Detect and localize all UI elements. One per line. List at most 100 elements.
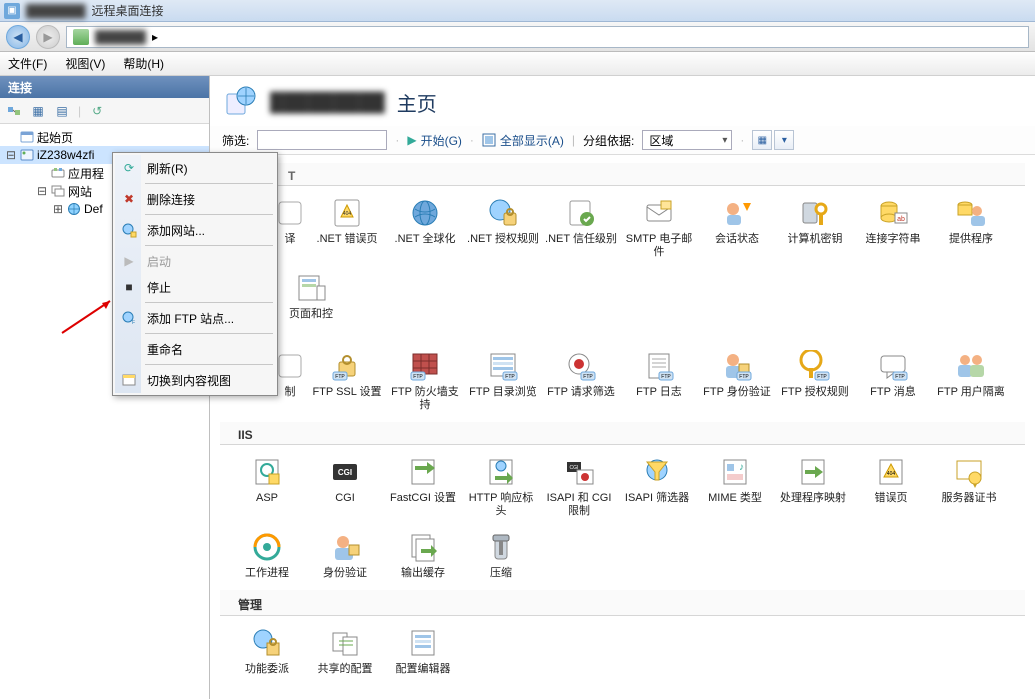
feature-server-certs[interactable]: 服务器证书 xyxy=(931,455,1007,518)
menu-help[interactable]: 帮助(H) xyxy=(123,55,164,72)
ctx-start: ▶ 启动 xyxy=(115,248,275,274)
feature-output-caching[interactable]: 输出缓存 xyxy=(385,530,461,580)
feature-ftp-authz[interactable]: FTPFTP 授权规则 xyxy=(777,349,853,412)
feature-label: FTP 目录浏览 xyxy=(469,386,537,399)
back-button[interactable]: ◀ xyxy=(6,25,30,49)
ctx-stop[interactable]: ■ 停止 xyxy=(115,274,275,300)
tree-sites-label: 网站 xyxy=(68,183,92,200)
page-title: 主页 xyxy=(397,88,437,117)
menu-file[interactable]: 文件(F) xyxy=(8,55,47,72)
feature-providers[interactable]: 提供程序 xyxy=(933,196,1009,259)
feature-net-trust[interactable]: .NET 信任级别 xyxy=(543,196,619,259)
feature-smtp[interactable]: SMTP 电子邮件 xyxy=(621,196,697,259)
feature-net-authorization[interactable]: .NET 授权规则 xyxy=(465,196,541,259)
ctx-add-site-label: 添加网站... xyxy=(147,222,205,239)
feature-net-globalization[interactable]: .NET 全球化 xyxy=(387,196,463,259)
feature-error-pages[interactable]: 404错误页 xyxy=(853,455,929,518)
server-icon xyxy=(19,147,35,163)
isapi-restrict-icon: CGI xyxy=(562,455,596,489)
forward-button[interactable]: ▶ xyxy=(36,25,60,49)
cache-icon xyxy=(406,530,440,564)
feature-fastcgi[interactable]: FastCGI 设置 xyxy=(385,455,461,518)
feature-ftp-browse[interactable]: FTP FTP 目录浏览 xyxy=(465,349,541,412)
conn-string-icon: ab xyxy=(876,196,910,230)
feature-machine-key[interactable]: 计算机密钥 xyxy=(777,196,853,259)
svg-text:FTP: FTP xyxy=(895,374,905,380)
tree-collapse-icon[interactable]: ▦ xyxy=(30,103,46,119)
feature-delegation[interactable]: 功能委派 xyxy=(229,626,305,676)
feature-label: FTP 日志 xyxy=(636,386,682,399)
feature-label: FTP 防火墙支持 xyxy=(388,386,462,412)
ctx-remove-connection[interactable]: ✖ 删除连接 xyxy=(115,186,275,212)
feature-ftp-cut[interactable]: 制 xyxy=(273,349,307,412)
group-by-combo[interactable]: 区域 xyxy=(642,130,732,150)
feature-mime[interactable]: ♪MIME 类型 xyxy=(697,455,773,518)
feature-authentication[interactable]: 身份验证 xyxy=(307,530,383,580)
feature-content: T 译 404 .NET 错误页 .NET 全球化 .NET 授权规则 xyxy=(210,155,1035,699)
play-icon: ▶ xyxy=(407,133,416,147)
sidebar-prev-icon[interactable]: ↺ xyxy=(89,103,105,119)
ftp-ssl-icon: FTP xyxy=(330,349,364,383)
feature-label: 会话状态 xyxy=(715,233,759,246)
feature-ftp-logging[interactable]: FTP FTP 日志 xyxy=(621,349,697,412)
feature-ftp-ssl[interactable]: FTPFTP SSL 设置 xyxy=(309,349,385,412)
show-all-button[interactable]: 全部显示(A) xyxy=(482,132,564,149)
ctx-switch-content-view[interactable]: 切换到内容视图 xyxy=(115,367,275,393)
group-iis-header: IIS xyxy=(220,422,1025,445)
feature-ftp-isolation[interactable]: FTP 用户隔离 xyxy=(933,349,1009,412)
ctx-add-ftp-site[interactable]: F 添加 FTP 站点... xyxy=(115,305,275,331)
feature-shared-config[interactable]: 共享的配置 xyxy=(307,626,383,676)
feature-net-error-pages[interactable]: 404 .NET 错误页 xyxy=(309,196,385,259)
feature-label: FTP 身份验证 xyxy=(703,386,771,399)
svg-text:FTP: FTP xyxy=(661,374,671,380)
feature-pages-controls[interactable]: 页面和控 xyxy=(273,271,349,321)
feature-item-cut[interactable]: 译 xyxy=(273,196,307,259)
feature-label: MIME 类型 xyxy=(708,492,762,505)
headers-icon xyxy=(484,455,518,489)
tree-server-label: iZ238w4zfi xyxy=(37,148,94,162)
feature-handler-mappings[interactable]: 处理程序映射 xyxy=(775,455,851,518)
shared-config-icon xyxy=(328,626,362,660)
ftp-browse-icon: FTP xyxy=(486,349,520,383)
sidebar-heading: 连接 xyxy=(0,76,209,98)
view-dropdown-button[interactable]: ▾ xyxy=(774,130,794,150)
page-header-icon xyxy=(222,84,258,120)
ctx-refresh[interactable]: ⟳ 刷新(R) xyxy=(115,155,275,181)
group-mgmt-header: 管理 xyxy=(220,590,1025,616)
main-panel: █████████ 主页 筛选: · ▶ 开始(G) · 全部显示(A) | 分… xyxy=(210,76,1035,699)
feature-label: ASP xyxy=(256,492,278,505)
feature-label: FTP 用户隔离 xyxy=(937,386,1005,399)
feature-ftp-messages[interactable]: FTPFTP 消息 xyxy=(855,349,931,412)
feature-label: FTP 授权规则 xyxy=(781,386,849,399)
feature-ftp-auth[interactable]: FTPFTP 身份验证 xyxy=(699,349,775,412)
menu-view[interactable]: 视图(V) xyxy=(65,55,105,72)
feature-ftp-firewall[interactable]: FTPFTP 防火墙支持 xyxy=(387,349,463,412)
tree-expand-icon[interactable]: ▤ xyxy=(54,103,70,119)
cert-icon xyxy=(952,455,986,489)
feature-isapi-filters[interactable]: ISAPI 筛选器 xyxy=(619,455,695,518)
tree-start-page[interactable]: 起始页 xyxy=(0,128,209,146)
feature-compression[interactable]: 压缩 xyxy=(463,530,539,580)
connect-icon[interactable] xyxy=(6,103,22,119)
feature-http-headers[interactable]: HTTP 响应标头 xyxy=(463,455,539,518)
feature-conn-strings[interactable]: ab 连接字符串 xyxy=(855,196,931,259)
feature-session-state[interactable]: 会话状态 xyxy=(699,196,775,259)
feature-isapi-cgi-restrict[interactable]: CGIISAPI 和 CGI 限制 xyxy=(541,455,617,518)
ctx-rename[interactable]: 重命名 xyxy=(115,336,275,362)
go-button[interactable]: ▶ 开始(G) xyxy=(407,132,462,149)
feature-label: SMTP 电子邮件 xyxy=(622,233,696,259)
handler-icon xyxy=(796,455,830,489)
address-bar[interactable]: ██████ ▸ xyxy=(66,26,1029,48)
show-all-icon xyxy=(482,133,496,147)
filter-input[interactable] xyxy=(257,130,387,150)
feature-asp[interactable]: ASP xyxy=(229,455,305,518)
feature-ftp-request-filter[interactable]: FTPFTP 请求筛选 xyxy=(543,349,619,412)
feature-config-editor[interactable]: 配置编辑器 xyxy=(385,626,461,676)
ctx-add-website[interactable]: 添加网站... xyxy=(115,217,275,243)
feature-cgi[interactable]: CGICGI xyxy=(307,455,383,518)
feature-label: 身份验证 xyxy=(323,567,367,580)
tree-app-pools-label: 应用程 xyxy=(68,165,104,182)
feature-worker-processes[interactable]: 工作进程 xyxy=(229,530,305,580)
view-icons-button[interactable]: ▦ xyxy=(752,130,772,150)
globe-icon xyxy=(408,196,442,230)
